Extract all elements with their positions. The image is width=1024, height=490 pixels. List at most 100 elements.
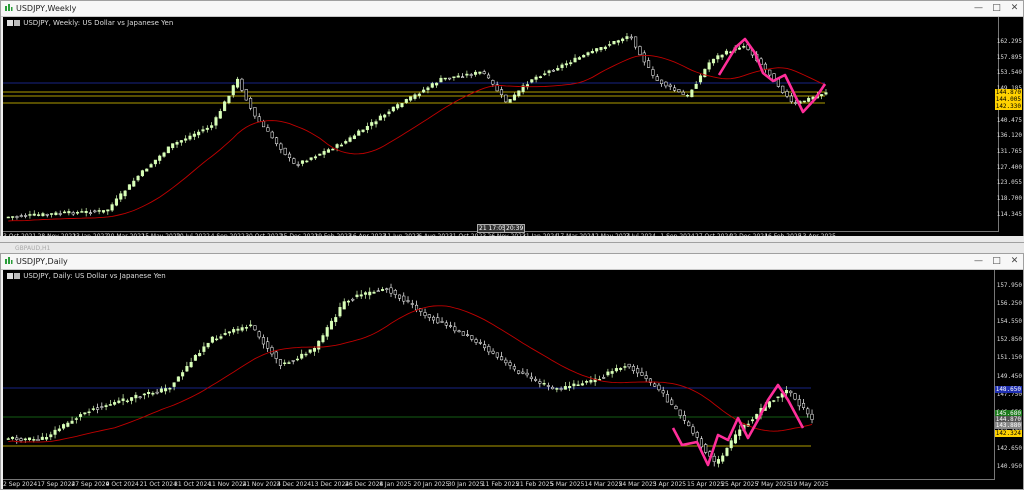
candle-body xyxy=(365,126,369,131)
candle-body xyxy=(240,78,244,91)
candle-body xyxy=(132,180,136,187)
candle-body xyxy=(474,339,478,343)
price-tick-label: 142.650 xyxy=(996,444,1022,452)
candle-body xyxy=(253,325,257,331)
candle-body xyxy=(36,439,40,442)
candle-body xyxy=(140,170,144,177)
minimize-button[interactable]: — xyxy=(972,2,985,14)
candle-body xyxy=(274,137,279,145)
candle-body xyxy=(543,73,547,75)
candle-body xyxy=(606,371,610,376)
candle-body xyxy=(113,402,117,405)
candle-body xyxy=(440,321,444,323)
candle-body xyxy=(668,84,672,87)
candle-body xyxy=(673,87,677,91)
maximize-button[interactable]: □ xyxy=(990,2,1003,14)
weekly-chart-area[interactable]: USDJPY, Weekly: US Dollar vs Japanese Ye… xyxy=(3,17,1023,241)
candle-body xyxy=(227,331,231,334)
price-tick-label: 114.345 xyxy=(996,210,1022,218)
daily-time-axis[interactable]: 2 Sep 2024 17 Sep 2024 27 Sep 2024 9 Oct 20… xyxy=(3,479,995,489)
candle-body xyxy=(57,428,61,432)
candle-body xyxy=(491,80,495,85)
candle-body xyxy=(678,409,682,416)
candle-body xyxy=(404,99,408,103)
close-button[interactable]: ✕ xyxy=(1008,2,1021,14)
candle-body xyxy=(147,392,151,394)
daily-chart-header: USDJPY, Daily: US Dollar vs Japanese Yen xyxy=(7,272,166,280)
candle-body xyxy=(32,213,36,216)
candle-body xyxy=(674,405,678,410)
candle-body xyxy=(698,75,703,83)
candle-body xyxy=(223,333,227,335)
candle-body xyxy=(504,359,508,364)
candle-body xyxy=(87,411,91,414)
candle-body xyxy=(551,386,555,390)
candle-body xyxy=(372,291,376,294)
candle-body xyxy=(15,216,19,218)
candle-body xyxy=(6,438,10,440)
daily-price-scale[interactable]: 157.950 156.250 154.550 152.850 151.150 149.4… xyxy=(994,270,1023,480)
candle-body xyxy=(117,400,121,403)
candle-body xyxy=(470,335,474,340)
candle-body xyxy=(172,382,176,387)
time-axis-label: 3 Dec 2024 xyxy=(276,481,312,488)
close-button[interactable]: ✕ xyxy=(1008,255,1021,267)
candle-body xyxy=(74,418,78,420)
candle-body xyxy=(690,89,694,98)
candle-body xyxy=(621,38,625,42)
price-tag: 142.324 xyxy=(994,430,1022,437)
candle-body xyxy=(179,140,183,143)
daily-titlebar[interactable]: USDJPY,Daily — □ ✕ xyxy=(1,254,1023,270)
candle-body xyxy=(687,421,691,427)
candle-body xyxy=(402,295,406,302)
candle-body xyxy=(491,350,495,354)
candle-body xyxy=(612,41,616,45)
weekly-header-text: USDJPY, Weekly: US Dollar vs Japanese Ye… xyxy=(23,19,174,27)
candle-body xyxy=(189,361,193,368)
candle-body xyxy=(127,184,131,190)
candle-body xyxy=(53,429,57,435)
candle-body xyxy=(84,211,88,213)
candle-body xyxy=(188,135,192,140)
candle-body xyxy=(114,198,119,206)
candle-body xyxy=(257,331,261,338)
candle-body xyxy=(534,378,538,381)
candle-body xyxy=(573,57,577,63)
daily-chart-area[interactable]: USDJPY, Daily: US Dollar vs Japanese Yen… xyxy=(3,270,1023,489)
candle-body xyxy=(699,438,703,448)
candle-body xyxy=(508,362,512,366)
candle-body xyxy=(236,328,240,331)
weekly-scrollbar[interactable] xyxy=(0,236,1024,242)
candle-body xyxy=(274,351,278,359)
candle-body xyxy=(257,116,261,122)
candle-body xyxy=(296,164,300,166)
candle-body xyxy=(58,213,62,215)
time-axis-label: 20 Jan 2025 xyxy=(413,481,450,488)
symbol-icon xyxy=(7,20,13,26)
maximize-button[interactable]: □ xyxy=(990,255,1003,267)
time-axis-label: 15 Apr 2025 xyxy=(687,481,725,488)
candle-body xyxy=(738,429,742,436)
candle-body xyxy=(249,98,253,109)
background-window-title: GBPAUD,H1 xyxy=(15,245,51,252)
candle-body xyxy=(406,300,410,302)
candle-body xyxy=(465,73,469,76)
candle-body xyxy=(781,85,785,93)
weekly-titlebar[interactable]: USDJPY,Weekly — □ ✕ xyxy=(1,1,1023,17)
candle-body xyxy=(409,96,413,101)
candle-body xyxy=(691,426,695,434)
candle-body xyxy=(125,400,129,403)
candle-body xyxy=(261,337,265,345)
candle-body xyxy=(542,383,546,385)
candle-body xyxy=(198,353,202,357)
candle-body xyxy=(45,214,49,216)
minimize-button[interactable]: — xyxy=(972,255,985,267)
candle-body xyxy=(586,52,590,56)
candle-body xyxy=(351,298,355,301)
candle-body xyxy=(168,387,172,390)
candle-body xyxy=(106,209,110,212)
weekly-price-scale[interactable]: 162.295157.895153.540149.185144.830140.4… xyxy=(994,17,1023,232)
candle-body xyxy=(564,63,568,66)
price-tag: 142.330 xyxy=(994,103,1022,110)
candle-body xyxy=(585,381,589,383)
